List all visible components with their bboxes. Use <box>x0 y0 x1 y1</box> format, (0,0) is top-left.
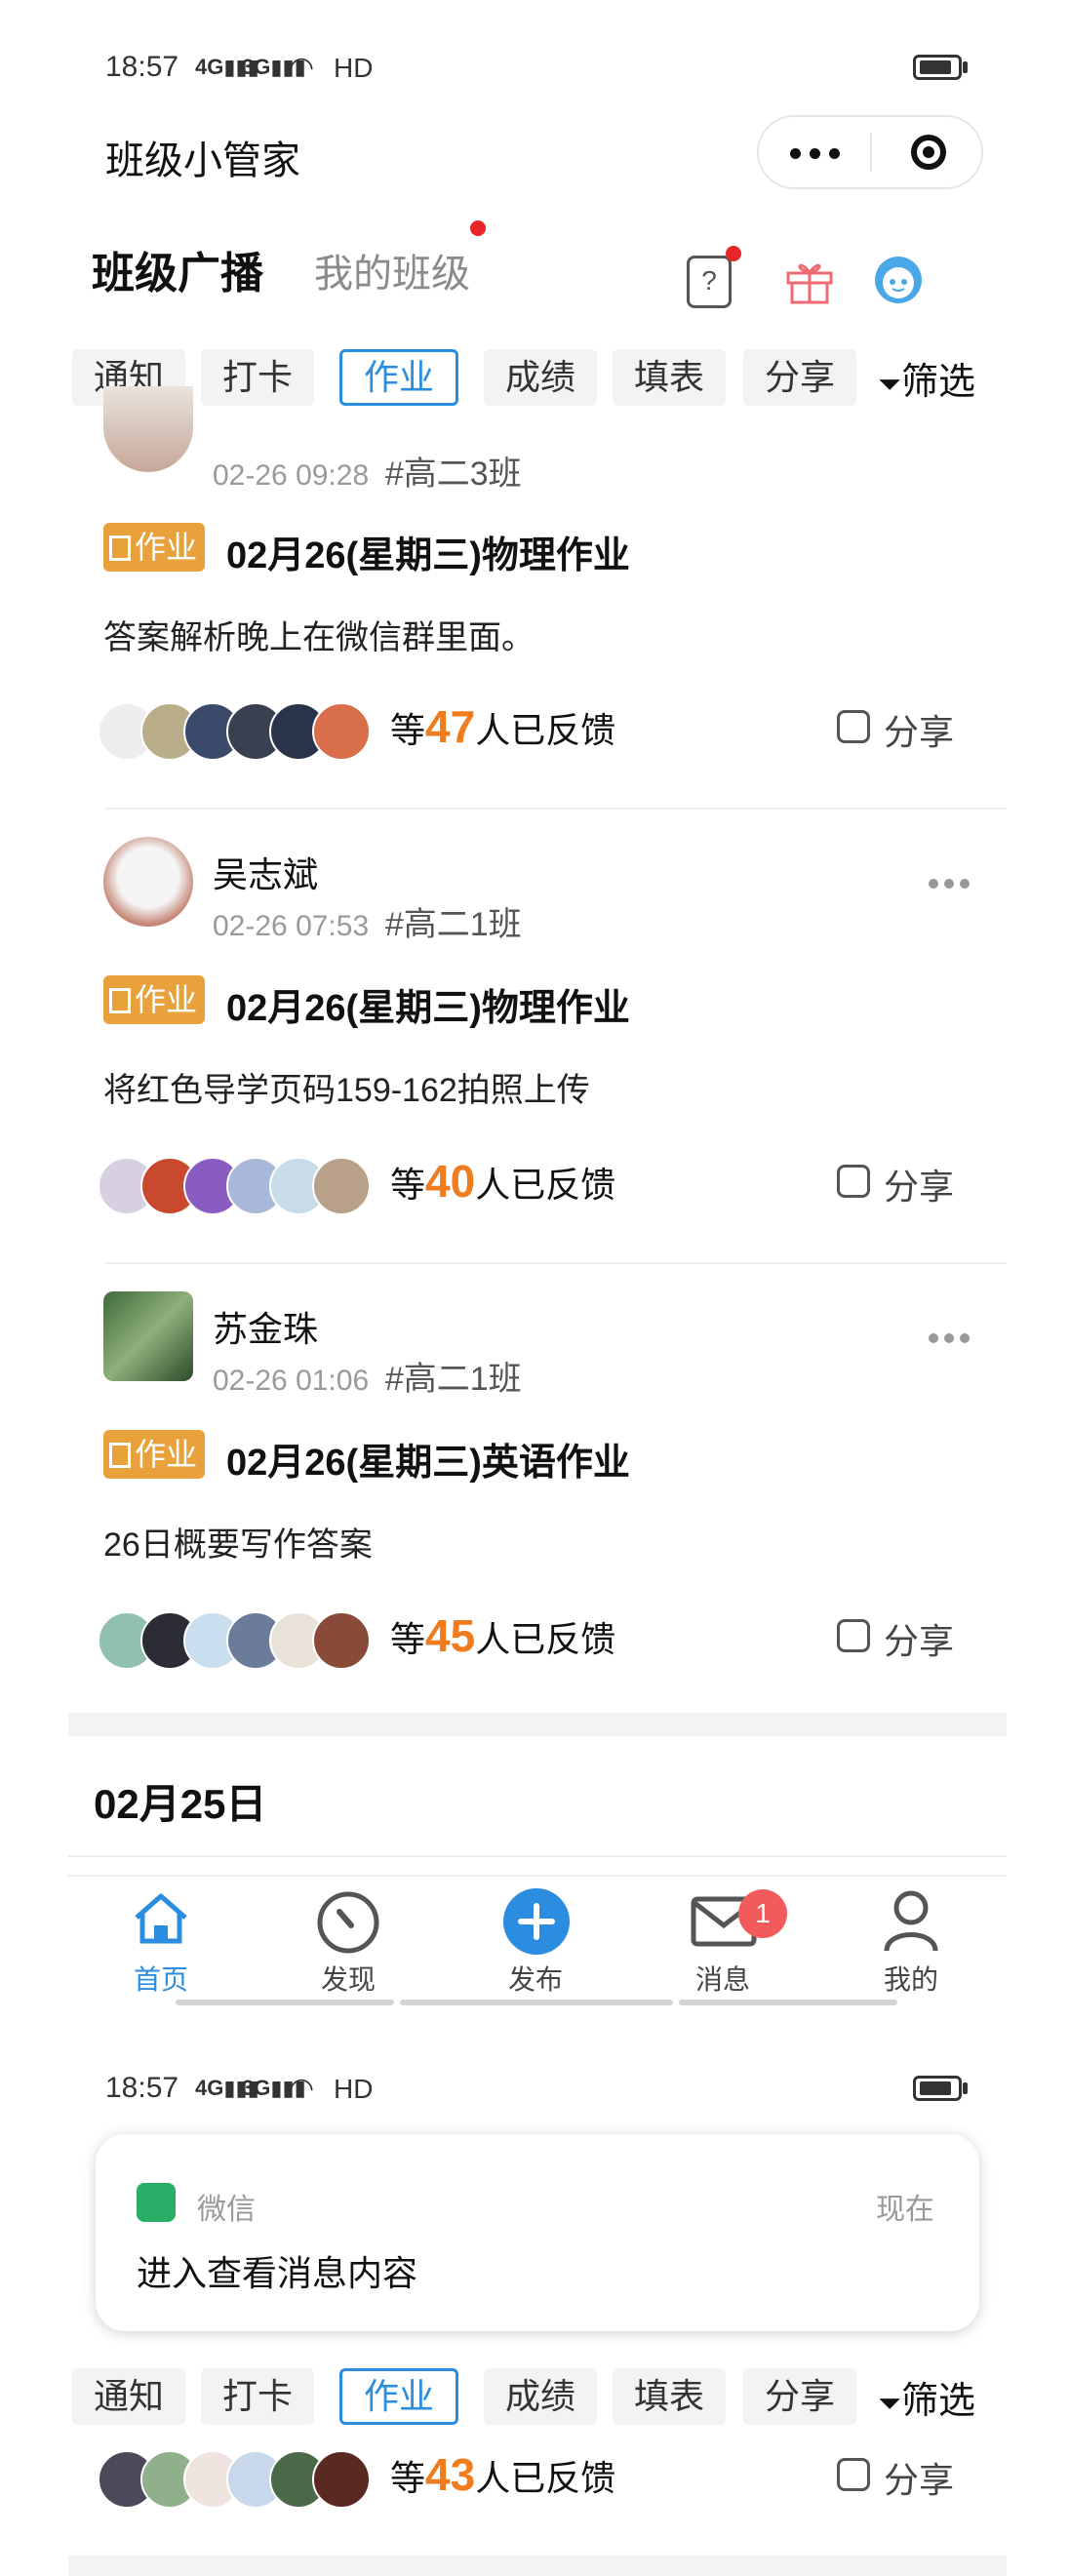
filter-chip-scores[interactable]: 成绩 <box>484 349 598 406</box>
app-title: 班级小管家 <box>105 139 300 182</box>
nav-mine[interactable]: 我的 <box>852 1959 970 1998</box>
message-badge: 1 <box>738 1889 787 1938</box>
homework-tag: 作业 <box>103 975 206 1024</box>
author-name[interactable]: 苏金珠 <box>213 1301 318 1352</box>
more-menu-icon[interactable] <box>790 146 849 164</box>
battery-icon <box>913 55 962 80</box>
wifi-icon: ◠ <box>289 52 315 84</box>
homework-tag: 作业 <box>103 1430 206 1479</box>
share-button[interactable]: 分享 <box>884 1159 954 1209</box>
wifi-icon: ◠ <box>289 2073 315 2105</box>
plus-icon[interactable] <box>503 1888 570 1955</box>
filter-chip-share[interactable]: 分享 <box>743 2368 857 2425</box>
filter-chip-homework[interactable]: 作业 <box>339 349 459 406</box>
filter-chip-share[interactable]: 分享 <box>743 349 857 406</box>
section-gap <box>68 1713 1007 1736</box>
status-time: 18:57 <box>105 51 179 83</box>
status-time: 18:57 <box>105 2072 179 2104</box>
wechat-notification[interactable] <box>96 2134 979 2331</box>
nav-home[interactable]: 首页 <box>102 1959 219 1998</box>
share-icon[interactable] <box>837 710 870 743</box>
tab-red-dot <box>470 220 486 236</box>
tab-my-class[interactable]: 我的班级 <box>314 242 470 298</box>
nav-messages[interactable]: 消息 <box>664 1959 781 1998</box>
wechat-icon <box>137 2183 176 2222</box>
feedback-count[interactable]: 等45人已反馈 <box>390 1609 615 1662</box>
filter-chip-form[interactable]: 填表 <box>613 2368 727 2425</box>
compass-icon[interactable] <box>316 1890 380 1955</box>
notification-time: 现在 <box>876 2194 934 2226</box>
help-red-dot <box>726 246 741 261</box>
filter-chip-notice[interactable]: 通知 <box>72 2368 186 2425</box>
help-icon[interactable]: ? <box>687 256 732 308</box>
nav-publish[interactable]: 发布 <box>477 1959 594 1998</box>
home-indicator-segment <box>679 2000 897 2005</box>
feedback-avatars[interactable] <box>98 2450 390 2513</box>
feedback-avatars[interactable] <box>98 1611 390 1674</box>
post-body[interactable]: 答案解析晚上在微信群里面。 <box>103 611 535 658</box>
hd-indicator: HD <box>334 2074 374 2104</box>
section-gap <box>68 2556 1007 2576</box>
gift-icon[interactable] <box>784 256 835 306</box>
nav-top-border <box>68 1875 1007 1877</box>
home-icon[interactable] <box>131 1890 191 1947</box>
document-icon <box>109 1443 131 1468</box>
more-options-icon[interactable] <box>929 876 975 893</box>
date-header: 02月25日 <box>94 1781 267 1827</box>
feedback-count[interactable]: 等43人已反馈 <box>390 2448 615 2501</box>
tab-class-broadcast[interactable]: 班级广播 <box>92 238 263 300</box>
post-body[interactable]: 将红色导学页码159-162拍照上传 <box>103 1063 590 1111</box>
filter-button[interactable]: ⏷筛选 <box>878 2370 975 2424</box>
filter-chip-checkin[interactable]: 打卡 <box>201 2368 315 2425</box>
share-button[interactable]: 分享 <box>884 2452 954 2503</box>
filter-chip-form[interactable]: 填表 <box>613 349 727 406</box>
capsule-divider <box>870 133 872 172</box>
battery-icon <box>913 2076 962 2101</box>
post-title[interactable]: 02月26(星期三)物理作业 <box>226 525 630 578</box>
service-robot-icon[interactable] <box>868 250 929 310</box>
post-meta: 02-26 01:06 #高二1班 <box>213 1361 522 1398</box>
home-indicator-segment <box>176 2000 394 2005</box>
filter-chip-homework[interactable]: 作业 <box>339 2368 459 2425</box>
post-divider <box>105 808 1007 810</box>
home-indicator-segment <box>400 2000 673 2005</box>
author-avatar[interactable] <box>103 837 193 927</box>
share-icon[interactable] <box>837 2458 870 2491</box>
close-target-icon[interactable] <box>911 135 946 170</box>
nav-discover[interactable]: 发现 <box>290 1959 407 1998</box>
author-avatar[interactable] <box>103 386 193 472</box>
post-body[interactable]: 26日概要写作答案 <box>103 1518 373 1565</box>
feedback-count[interactable]: 等47人已反馈 <box>390 700 615 753</box>
feedback-avatars[interactable] <box>98 702 390 765</box>
author-name[interactable]: 吴志斌 <box>213 847 318 897</box>
share-icon[interactable] <box>837 1619 870 1652</box>
share-button[interactable]: 分享 <box>884 704 954 755</box>
post-title[interactable]: 02月26(星期三)物理作业 <box>226 977 630 1031</box>
notification-app-name: 微信 <box>197 2194 256 2226</box>
document-icon <box>109 535 131 561</box>
post-meta: 02-26 07:53 #高二1班 <box>213 906 522 943</box>
post-divider <box>105 1262 1007 1264</box>
filter-chip-checkin[interactable]: 打卡 <box>201 349 315 406</box>
hd-indicator: HD <box>334 53 374 83</box>
battery-tip-icon <box>963 61 968 73</box>
author-avatar[interactable] <box>103 1291 193 1381</box>
battery-tip-icon <box>963 2082 968 2094</box>
feedback-avatars[interactable] <box>98 1157 390 1219</box>
more-options-icon[interactable] <box>929 1330 975 1348</box>
section-divider <box>68 1855 1007 1857</box>
share-icon[interactable] <box>837 1165 870 1198</box>
notification-message[interactable]: 进入查看消息内容 <box>137 2245 417 2296</box>
homework-tag: 作业 <box>103 523 206 572</box>
filter-chip-scores[interactable]: 成绩 <box>484 2368 598 2425</box>
filter-button[interactable]: ⏷筛选 <box>878 351 975 405</box>
funnel-icon: ⏷ <box>878 369 901 401</box>
funnel-icon: ⏷ <box>878 2388 901 2420</box>
post-meta: 02-26 09:28 #高二3班 <box>213 456 522 493</box>
document-icon <box>109 988 131 1013</box>
person-icon[interactable] <box>882 1888 940 1953</box>
feedback-count[interactable]: 等40人已反馈 <box>390 1155 615 1208</box>
share-button[interactable]: 分享 <box>884 1613 954 1664</box>
post-title[interactable]: 02月26(星期三)英语作业 <box>226 1432 630 1486</box>
